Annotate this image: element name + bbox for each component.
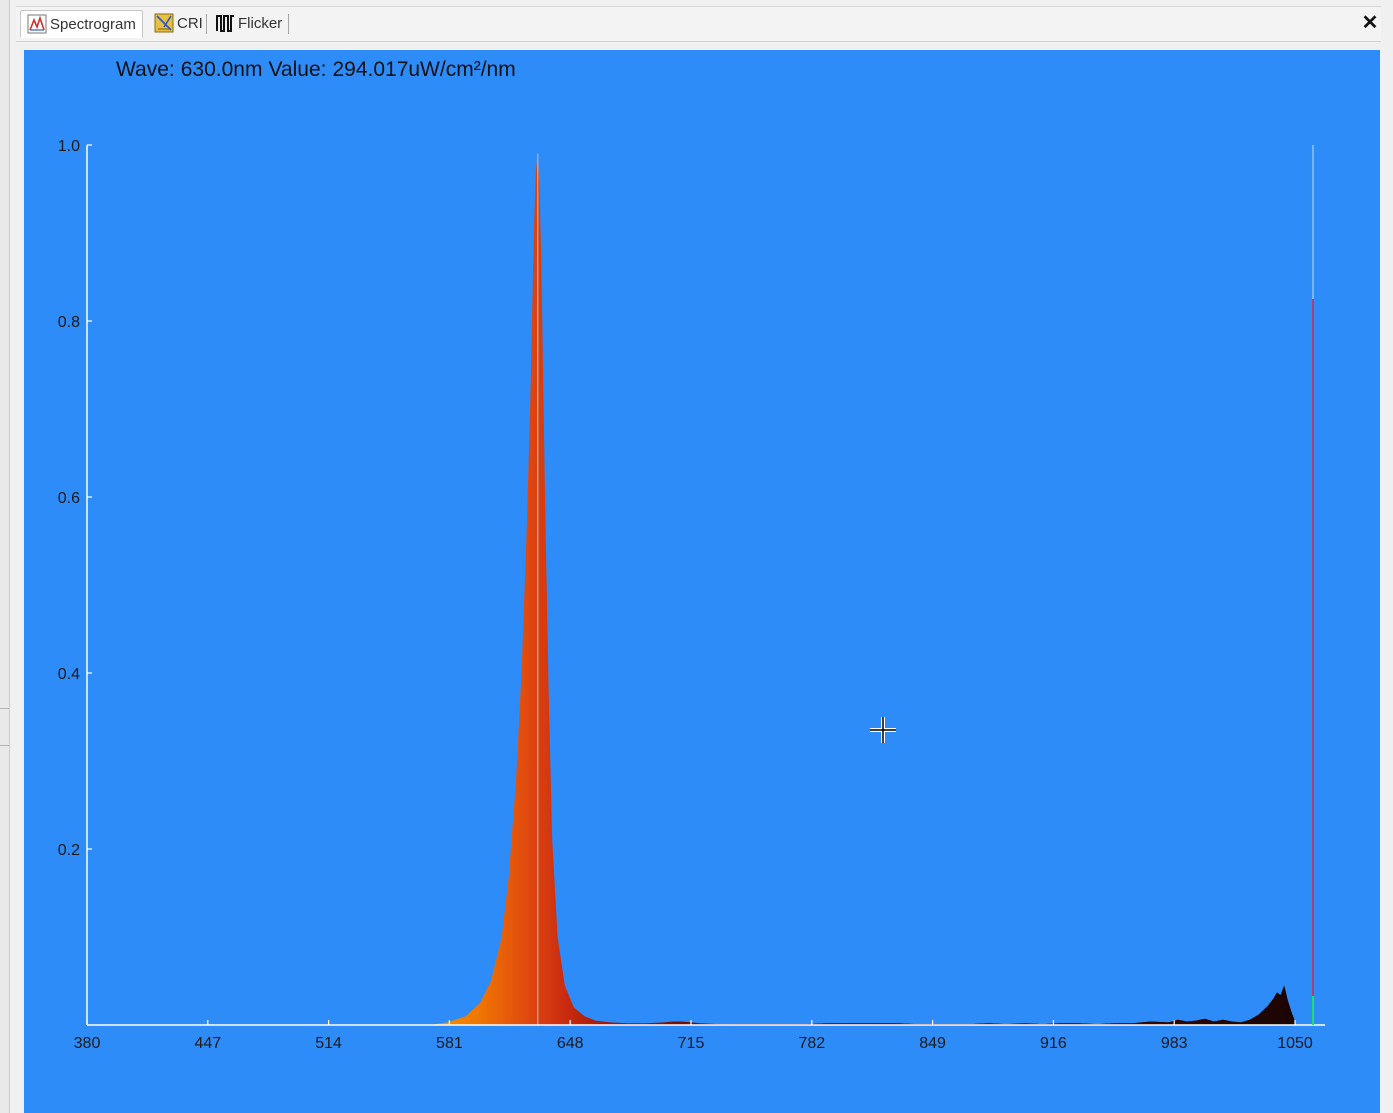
flicker-icon [215,13,235,33]
tab-bar: Spectrogram CRI Flicker ✕ [16,6,1381,42]
y-tick-label: 0.4 [58,666,80,683]
x-tick-label: 514 [315,1035,342,1052]
tab-cri[interactable]: CRI [148,10,211,36]
spectrum-plot-area[interactable]: Wave: 630.0nm Value: 294.017uW/cm²/nm 380 44… [24,50,1380,1113]
y-tick-label: 1.0 [58,138,80,155]
tab-separator [288,14,289,34]
y-tick-label: 0.8 [58,314,80,331]
left-panel-edge [0,0,10,1113]
cri-icon [154,13,174,33]
x-tick-label: 782 [798,1035,825,1052]
tab-flicker[interactable]: Flicker [209,10,290,36]
y-tick-label: 0.2 [58,842,80,859]
x-tick-label: 581 [436,1035,463,1052]
panel-divider [0,745,9,746]
x-tick-label: 849 [919,1035,946,1052]
x-tick-label: 983 [1161,1035,1188,1052]
crosshair-cursor-icon [870,717,896,743]
x-tick-label: 916 [1040,1035,1067,1052]
close-icon: ✕ [1361,12,1379,34]
spectrum-ir-area [736,985,1295,1025]
tab-label: Spectrogram [50,15,136,33]
x-tick-label: 648 [557,1035,584,1052]
spectrum-chart[interactable]: 380 447 514 581 648 715 782 849 916 983 1050 0.2 0.4… [24,50,1380,1113]
x-tick-label: 1050 [1277,1035,1313,1052]
close-button[interactable]: ✕ [1359,11,1381,35]
spectrum-area [429,153,1296,1026]
x-tick-label: 380 [74,1035,101,1052]
y-tick-label: 0.6 [58,490,80,507]
tab-label: Flicker [238,14,283,32]
tab-spectrogram[interactable]: Spectrogram [20,10,143,38]
panel-divider [0,708,9,709]
x-tick-label: 447 [194,1035,221,1052]
spectrogram-icon [27,14,47,34]
x-tick-label: 715 [678,1035,705,1052]
tab-separator [206,14,207,34]
